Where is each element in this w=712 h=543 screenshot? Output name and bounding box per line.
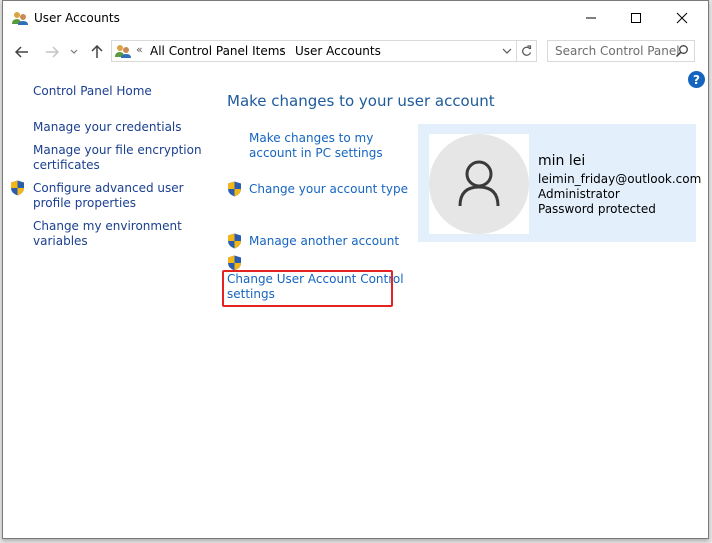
arrow-right-icon [46,46,59,58]
up-button[interactable] [87,40,107,64]
chevron-down-icon [70,49,78,54]
user-accounts-icon [12,12,28,25]
address-bar[interactable]: « All Control Panel Items › User Account… [111,40,537,62]
arrow-left-icon [15,46,28,58]
title-bar: User Accounts [3,1,708,35]
search-input[interactable]: Search Control Panel [547,40,695,62]
sidebar-item-manage-credentials[interactable]: Manage your credentials [33,120,182,135]
task-manage-another-account-link[interactable]: Manage another account [249,234,399,249]
sidebar-item-advanced-user-profile[interactable]: Configure advanced user profile properti… [33,181,184,211]
uac-shield-icon [228,255,241,271]
recent-locations-button[interactable] [67,40,81,64]
sidebar-item-control-panel-home[interactable]: Control Panel Home [33,84,152,99]
forward-button[interactable] [41,40,63,64]
sidebar-item-label: Change my environment [33,219,182,233]
breadcrumb-separator[interactable]: › [280,45,284,56]
uac-shield-icon [11,180,24,196]
sidebar-item-environment-variables[interactable]: Change my environment variables [33,219,182,249]
task-label: Change your account type [249,182,408,196]
search-placeholder: Search Control Panel [555,44,680,58]
chevron-down-icon [502,48,512,54]
sidebar-item-label: Manage your credentials [33,120,182,134]
navigation-bar: « All Control Panel Items › User Account… [3,40,708,64]
sidebar-item-label: profile properties [33,196,136,210]
refresh-icon [522,45,532,56]
sidebar-item-label: Configure advanced user [33,181,184,195]
minimize-icon [585,17,596,19]
breadcrumb-overflow[interactable]: « [136,43,143,56]
sidebar-item-label: certificates [33,158,100,172]
task-label: Manage another account [249,234,400,248]
avatar-circle [429,134,529,234]
account-role: Administrator [538,187,620,201]
uac-shield-icon [228,181,241,197]
breadcrumb-all-control-panel-items[interactable]: All Control Panel Items [150,44,286,58]
arrow-up-icon [91,45,103,58]
sidebar-item-file-encryption-certificates[interactable]: Manage your file encryption certificates [33,143,202,173]
maximize-icon [630,13,641,23]
address-dropdown-button[interactable] [497,41,517,61]
account-status: Password protected [538,202,656,216]
search-icon [675,45,688,58]
account-name: min lei [538,153,586,169]
refresh-button[interactable] [516,41,536,61]
close-icon [676,12,687,24]
avatar [429,134,529,234]
window-title: User Accounts [34,11,120,25]
user-accounts-window: User Accounts « All Control Panel Items … [2,0,709,539]
sidebar-item-label: Manage your file encryption [33,143,202,157]
page-title: Make changes to your user account [227,92,495,110]
minimize-button[interactable] [568,1,613,35]
sidebar-item-label: variables [33,234,88,248]
user-accounts-icon [115,45,131,58]
highlight-annotation-box [222,270,393,307]
breadcrumb-user-accounts[interactable]: User Accounts [295,44,381,58]
task-label: Make changes to my [249,131,374,145]
task-change-account-type-link[interactable]: Change your account type [249,182,408,197]
account-email: leimin_friday@outlook.com [538,172,702,186]
help-icon[interactable]: ? [688,71,705,88]
maximize-button[interactable] [613,1,658,35]
task-label: account in PC settings [249,146,383,160]
task-pc-settings-link[interactable]: Make changes to my account in PC setting… [249,131,383,161]
sidebar-item-label: Control Panel Home [33,84,152,98]
user-silhouette-icon [458,160,500,207]
uac-shield-icon [228,233,241,249]
close-button[interactable] [659,1,704,35]
back-button[interactable] [11,40,33,64]
account-card: min lei leimin_friday@outlook.com Admini… [418,124,701,242]
